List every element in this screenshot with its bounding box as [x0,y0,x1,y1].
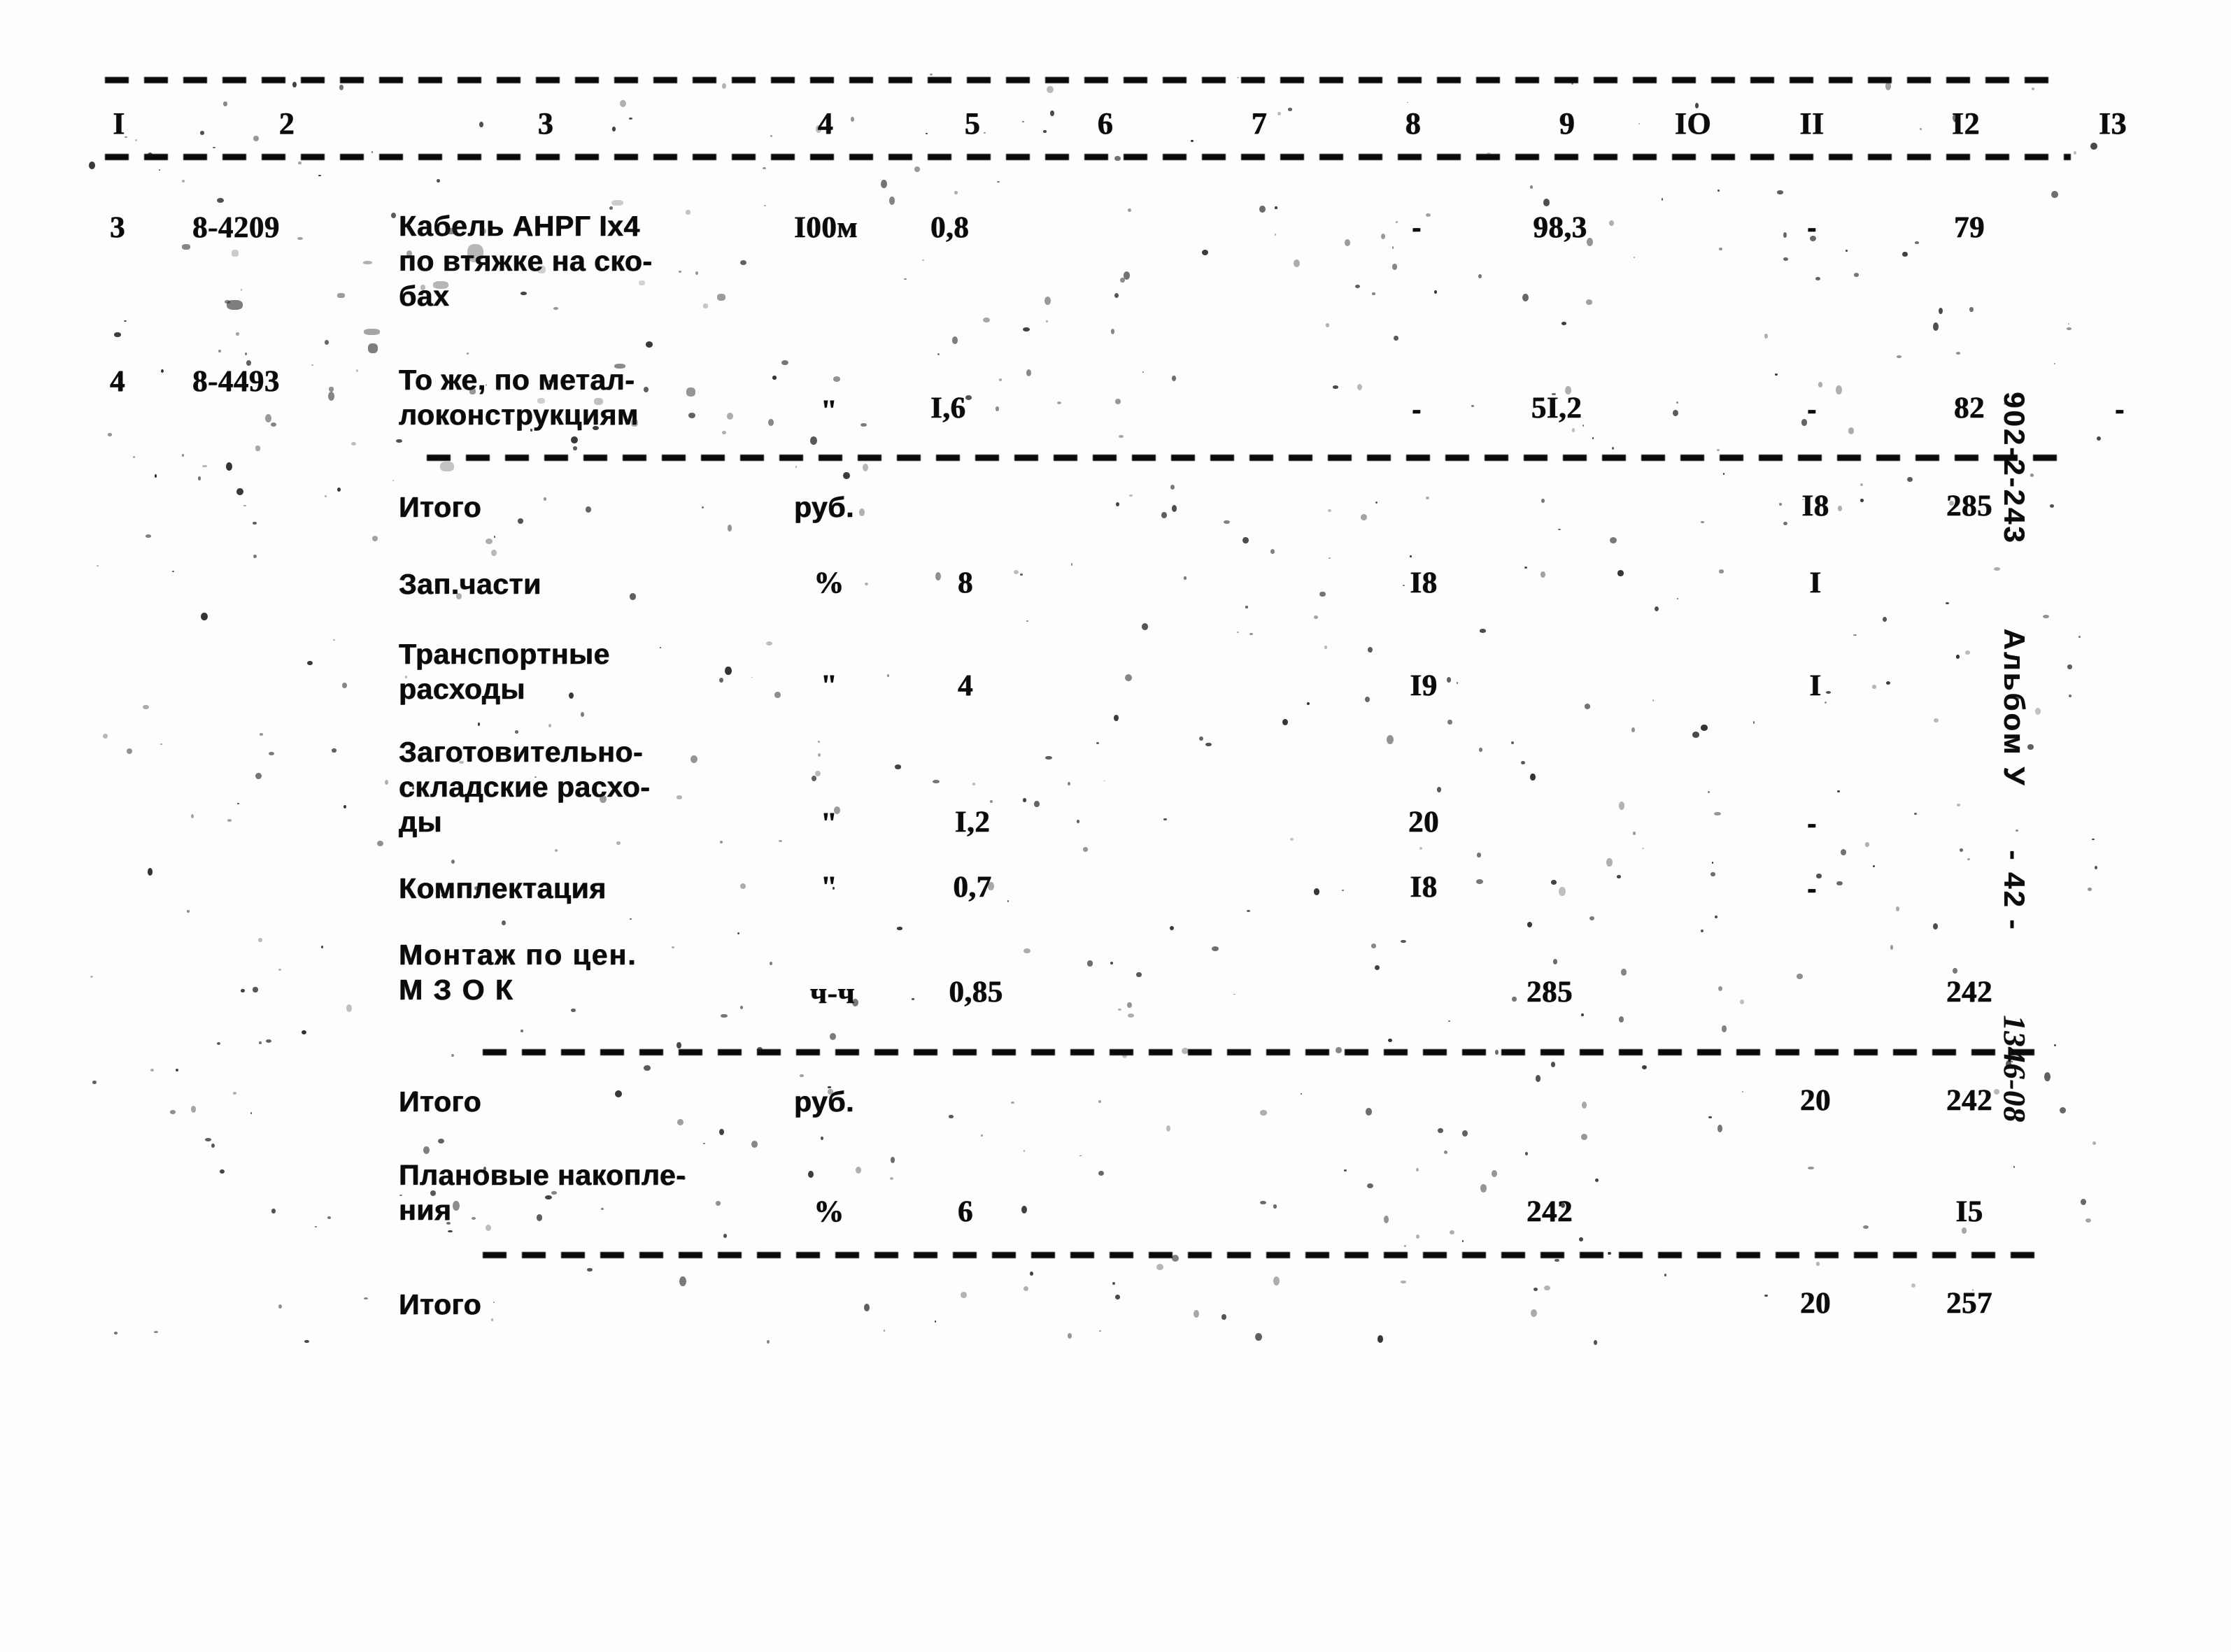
table-row-cell-c2: 8-4493 [192,365,280,398]
margin-stamp-annotation: 1346-08 [1997,1015,2032,1123]
table-row-cell-c4: руб. [794,1085,855,1118]
table-row-cell-c5: 6 [958,1195,973,1228]
column-header-6: 6 [1097,106,1114,141]
subtotal-separator-rule-1 [427,455,2057,461]
table-row-cell-c4: руб. [794,491,855,523]
table-row-cell-c11: I8 [1801,490,1829,522]
table-row-cell-c12: 257 [1946,1287,1992,1320]
table-row-cell-c4: " [820,871,838,904]
column-header-13: I3 [2098,106,2127,141]
table-row-cell-c1: 3 [110,211,125,244]
column-header-10: IO [1674,106,1712,141]
table-row-cell-c3: Кабель АНРГ Iх4 по втяжке на ско- бах [399,210,653,313]
margin-stamp-code: 902-2-243 [1998,392,2031,545]
table-row-cell-c3: Комплектация [399,872,607,904]
table-row-cell-c9: 5I,2 [1531,392,1582,425]
table-top-rule [105,77,2064,83]
table-row-cell-c4: % [814,1195,844,1228]
table-row-cell-c11: 20 [1800,1287,1831,1320]
table-row-cell-c5: I,2 [954,806,991,839]
table-row-cell-c11: I [1809,567,1822,599]
column-header-5: 5 [964,106,981,141]
table-row-cell-c5: 0,7 [953,871,992,904]
table-row-cell-c5: 0,85 [949,976,1003,1009]
table-row-cell-c3: Заготовительно- складские расхо- ды [399,736,651,839]
column-header-9: 9 [1559,106,1575,141]
table-row-cell-c5: 0,8 [930,211,970,244]
table-row-cell-c3: Итого [399,1288,482,1320]
table-row-cell-c3: То же, по метал- локонструкциям [399,364,639,432]
table-row-cell-c9: 285 [1527,976,1573,1009]
table-row-cell-c11: - [1807,874,1817,904]
margin-stamp-page: - 42 - [1998,850,2031,932]
table-row-cell-c3: Плановые накопле- ния [399,1159,686,1227]
table-row-cell-c3: Итого [399,1085,482,1118]
table-row-cell-c8: - [1412,394,1422,425]
column-header-7: 7 [1251,106,1268,141]
header-bottom-rule [105,154,2071,160]
table-row-cell-c4: " [820,807,838,840]
table-row-cell-c4: I00м [794,211,858,244]
column-header-4: 4 [817,106,834,141]
table-row-cell-c8: I8 [1410,567,1438,599]
table-row-cell-c2: 8-4209 [192,211,280,244]
table-row-cell-c8: I9 [1410,669,1438,702]
table-row-cell-c4: " [820,394,838,427]
table-row-cell-c9: 242 [1527,1195,1573,1228]
scanned-page: I 2 3 4 5 6 7 8 9 IO II I2 I3 3 8-4209 К… [0,0,2231,1652]
column-header-2: 2 [278,106,295,141]
table-row-cell-c8: I8 [1410,871,1438,904]
table-row-cell-c11: I [1809,669,1822,702]
table-row-cell-c11: - [1807,394,1817,425]
column-header-12: I2 [1951,106,1981,141]
column-header-3: 3 [537,106,554,141]
margin-stamp: 902-2-243 Альбом У - 42 - 1346-08 [1997,392,2032,1231]
table-row-cell-c5: 8 [958,567,973,599]
table-row-cell-c4: " [820,669,838,702]
table-row-cell-c13: - [2115,394,2125,425]
table-row-cell-c12: 79 [1954,211,1985,244]
column-header-11: II [1799,106,1825,141]
column-header-1: I [113,106,125,141]
table-row-cell-c1: 4 [110,365,125,398]
table-row-cell-c11: - [1807,213,1817,243]
table-row-cell-c3: Зап.части [399,568,541,600]
table-row-cell-c9: 98,3 [1533,211,1587,244]
table-row-cell-c5: I,6 [930,392,966,425]
margin-stamp-album: Альбом У [1998,628,2031,788]
table-row-cell-c4: ч-ч [809,977,856,1010]
table-row-cell-c8: 20 [1408,806,1439,839]
subtotal-separator-rule-3 [483,1252,2050,1258]
table-row-cell-c3: Итого [399,491,482,523]
table-row-cell-c5: 4 [958,669,973,702]
table-row-cell-c11: - [1807,809,1817,839]
table-row-cell-c3: Монтаж по цен. М З О К [399,939,637,1006]
table-row-cell-c4: % [814,567,844,599]
table-row-cell-c8: - [1412,213,1422,243]
column-header-8: 8 [1405,106,1422,141]
table-row-cell-c3: Транспортные расходы [399,638,610,706]
table-row-cell-c11: 20 [1800,1084,1831,1117]
subtotal-separator-rule-2 [483,1049,2050,1055]
